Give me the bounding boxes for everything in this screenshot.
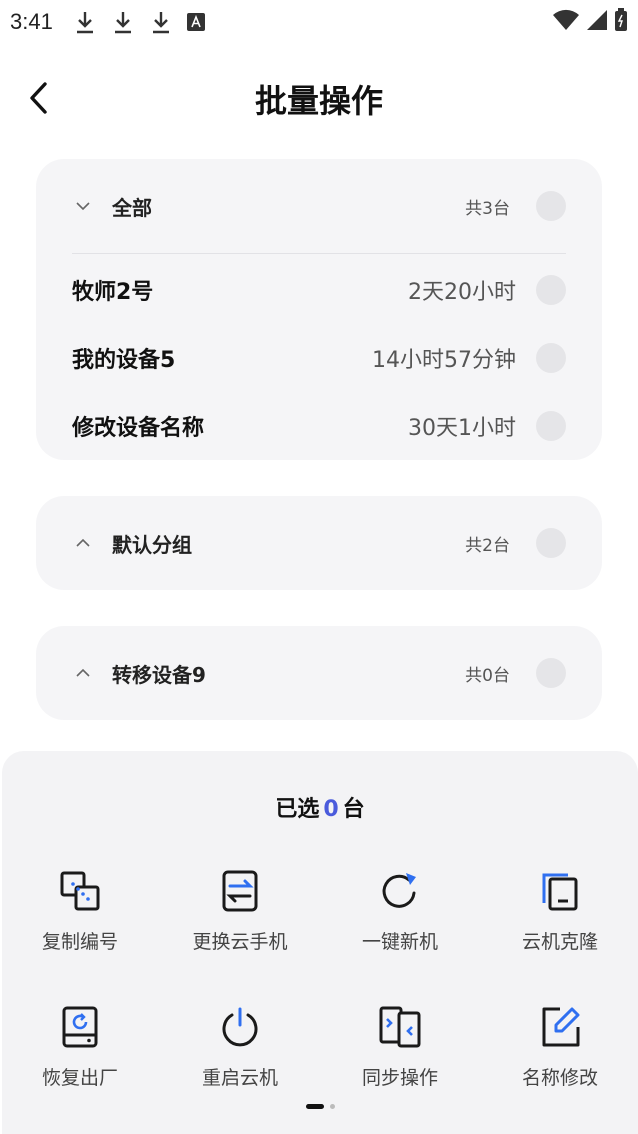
group-card-default: 默认分组 共2台 <box>36 496 602 590</box>
chevron-up-icon <box>76 538 90 547</box>
factory-reset-button[interactable]: 恢复出厂 <box>0 1005 160 1115</box>
select-device-radio[interactable] <box>536 275 566 305</box>
select-device-radio[interactable] <box>536 411 566 441</box>
signal-icon <box>587 10 607 30</box>
action-label: 云机克隆 <box>521 931 598 953</box>
group-header[interactable]: 全部 共3台 <box>36 159 602 253</box>
refresh-icon <box>382 873 416 908</box>
page-dot-active <box>305 1104 324 1109</box>
action-label: 名称修改 <box>521 1067 598 1089</box>
download-icon <box>152 12 169 34</box>
selected-count: 0 <box>323 797 339 822</box>
group-card-transfer: 转移设备9 共0台 <box>36 626 602 720</box>
action-label: 同步操作 <box>361 1067 438 1089</box>
selected-count-title: 已选 0 台 <box>2 791 638 823</box>
selected-suffix: 台 <box>342 797 365 822</box>
device-row[interactable]: 我的设备5 14小时57分钟 <box>36 324 602 392</box>
select-device-radio[interactable] <box>536 343 566 373</box>
device-row[interactable]: 修改设备名称 30天1小时 <box>36 392 602 460</box>
group-header[interactable]: 转移设备9 共0台 <box>36 626 602 720</box>
group-count: 共2台 <box>465 535 510 556</box>
select-group-radio[interactable] <box>536 528 566 558</box>
power-icon <box>222 1007 258 1047</box>
download-icon <box>76 12 93 34</box>
select-group-radio[interactable] <box>536 191 566 221</box>
copy-id-icon <box>60 871 100 911</box>
select-group-radio[interactable] <box>536 658 566 688</box>
rename-button[interactable]: 名称修改 <box>480 1005 638 1115</box>
device-name: 修改设备名称 <box>72 416 205 441</box>
selected-prefix: 已选 <box>275 797 320 822</box>
group-card-all: 全部 共3台 牧师2号 2天20小时 我的设备5 14小时57分钟 修改设备名称… <box>36 159 602 460</box>
one-click-new-button[interactable]: 一键新机 <box>320 869 480 979</box>
status-bar: 3:41 <box>0 0 638 44</box>
clone-button[interactable]: 云机克隆 <box>480 869 638 979</box>
sync-icon <box>379 1006 421 1048</box>
divider <box>72 253 566 254</box>
action-label: 恢复出厂 <box>41 1067 118 1089</box>
battery-icon <box>615 8 627 31</box>
chevron-up-icon <box>76 668 90 677</box>
group-name: 转移设备9 <box>112 662 206 687</box>
page-indicator <box>2 1104 638 1109</box>
app-header: 批量操作 <box>0 56 638 140</box>
factory-reset-icon <box>62 1006 98 1048</box>
group-count: 共3台 <box>465 198 510 219</box>
group-name: 全部 <box>112 195 152 220</box>
edit-icon <box>542 1007 580 1047</box>
clone-icon <box>542 873 578 911</box>
wifi-icon <box>553 9 579 30</box>
copy-id-button[interactable]: 复制编号 <box>0 869 160 979</box>
group-header[interactable]: 默认分组 共2台 <box>36 496 602 590</box>
chevron-down-icon <box>76 202 90 211</box>
action-label: 重启云机 <box>201 1067 278 1089</box>
page-title: 批量操作 <box>254 82 383 120</box>
group-name: 默认分组 <box>112 532 192 557</box>
download-icon <box>114 12 131 34</box>
restart-button[interactable]: 重启云机 <box>160 1005 320 1115</box>
device-row[interactable]: 牧师2号 2天20小时 <box>36 256 602 324</box>
action-label: 复制编号 <box>41 931 118 953</box>
swap-phone-button[interactable]: 更换云手机 <box>160 869 320 979</box>
group-count: 共0台 <box>465 665 510 686</box>
a-icon <box>186 13 205 31</box>
action-label: 更换云手机 <box>192 931 288 953</box>
sync-button[interactable]: 同步操作 <box>320 1005 480 1115</box>
device-name: 牧师2号 <box>72 280 154 305</box>
status-time: 3:41 <box>10 9 53 34</box>
page-dot <box>329 1104 335 1109</box>
batch-action-sheet: 已选 0 台 复制编号 更换云手机 一键新机 云机克隆 恢复出厂 重启云机 同步… <box>2 751 638 1134</box>
swap-phone-icon <box>222 870 258 912</box>
device-remaining-time: 2天20小时 <box>408 280 516 305</box>
device-remaining-time: 30天1小时 <box>408 416 516 441</box>
device-remaining-time: 14小时57分钟 <box>372 348 516 373</box>
action-label: 一键新机 <box>361 931 438 953</box>
device-name: 我的设备5 <box>72 348 176 373</box>
